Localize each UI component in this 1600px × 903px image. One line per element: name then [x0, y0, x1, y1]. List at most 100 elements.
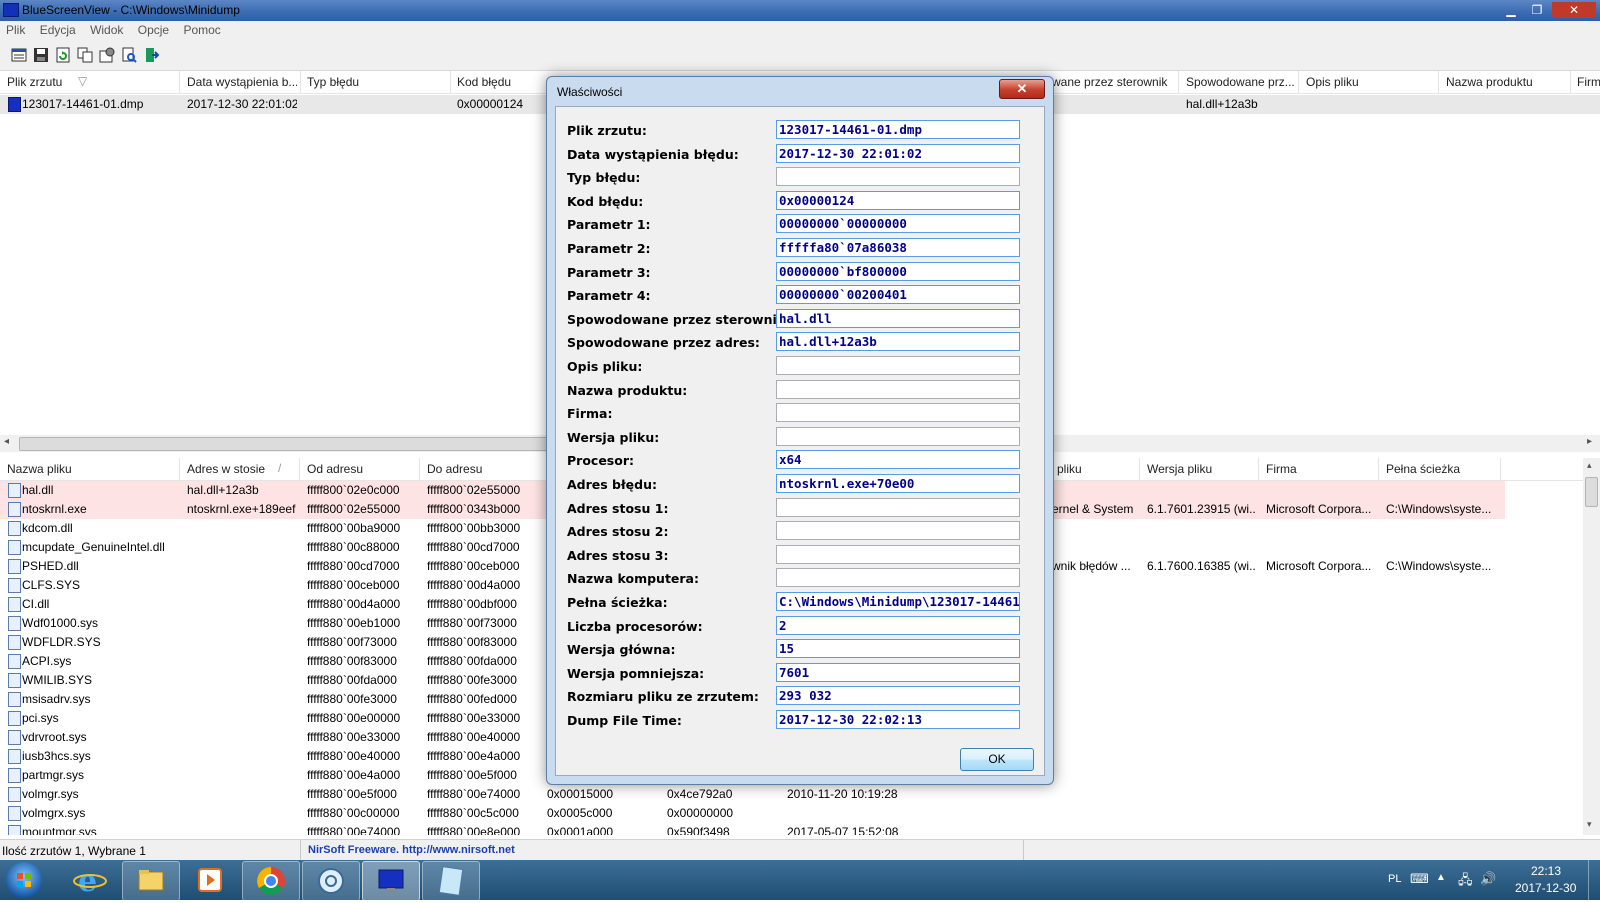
property-label: Opis pliku:: [567, 359, 643, 374]
driver-cell-c1: 0x00015000: [547, 787, 614, 801]
driver-vertical-scrollbar[interactable]: ▴ ▾: [1583, 458, 1600, 835]
driver-cell-to: fffff880`00e8e000: [427, 825, 521, 835]
driver-cell-to: fffff880`00ceb000: [427, 559, 520, 573]
driver-row[interactable]: volmgrx.sys fffff880`00c00000 fffff880`00c…: [0, 804, 1505, 823]
property-label: Wersja główna:: [567, 642, 676, 658]
property-label: Adres stosu 2:: [567, 524, 669, 540]
property-row: Wersja główna: 15: [556, 638, 1044, 660]
driver-cell-name: ntoskrnl.exe: [22, 502, 87, 516]
driver-file-icon: [8, 825, 21, 835]
media-player-icon[interactable]: [182, 861, 238, 899]
ok-button[interactable]: OK: [960, 748, 1034, 771]
volume-icon[interactable]: 🔊: [1480, 871, 1496, 887]
property-value-field[interactable]: [776, 403, 1020, 423]
property-value-field[interactable]: 123017-14461-01.dmp: [776, 120, 1020, 139]
property-value-field[interactable]: 2017-12-30 22:02:13: [776, 710, 1020, 729]
driver-cell-from: fffff800`02e0c000: [307, 483, 400, 497]
property-value-field[interactable]: 15: [776, 639, 1020, 659]
driver-cell-to: fffff880`00f83000: [427, 635, 517, 649]
driver-file-icon: [8, 711, 21, 726]
driver-cell-from: fffff800`02e55000: [307, 502, 401, 516]
scroll-right-icon[interactable]: ▸: [1587, 436, 1592, 447]
driver-cell-from: fffff880`00f73000: [307, 635, 397, 649]
property-value-field[interactable]: 0x00000124: [776, 190, 1020, 210]
property-label: Data wystąpienia błędu:: [567, 146, 739, 162]
driver-cell-c2: 0x4ce792a0: [667, 787, 733, 801]
property-value-field[interactable]: [776, 167, 1020, 187]
driver-cell-to: fffff880`00d4a000: [427, 578, 521, 592]
nirsoft-link[interactable]: NirSoft Freeware. http://www.nirsoft.net: [308, 844, 515, 856]
scroll-down-icon[interactable]: ▾: [1587, 819, 1592, 830]
property-value-field[interactable]: fffffa80`07a86038: [776, 238, 1020, 257]
network-app-icon[interactable]: [302, 861, 360, 901]
property-row: Adres stosu 3:: [556, 544, 1044, 566]
property-value-field[interactable]: 293 032: [776, 686, 1020, 706]
property-label: Rozmiaru pliku ze zrzutem:: [567, 689, 759, 705]
property-value-field[interactable]: 00000000`00200401: [776, 285, 1020, 305]
driver-cell-to: fffff880`00dbf000: [427, 597, 517, 611]
scroll-up-icon[interactable]: ▴: [1587, 460, 1592, 471]
property-row: Adres błędu: ntoskrnl.exe+70e00: [556, 473, 1044, 495]
property-value-field[interactable]: 2: [776, 615, 1020, 635]
scroll-thumb[interactable]: [1585, 477, 1598, 507]
notepad-icon[interactable]: [422, 861, 480, 901]
property-value-field[interactable]: 2017-12-30 22:01:02: [776, 143, 1020, 163]
driver-row[interactable]: mountmgr.sys fffff880`00e74000 fffff880`00…: [0, 823, 1505, 835]
property-row: Wersja pomniejsza: 7601: [556, 662, 1044, 684]
keyboard-icon[interactable]: ⌨: [1410, 871, 1429, 887]
property-row: Adres stosu 1:: [556, 497, 1044, 519]
driver-cell-ver: 6.1.7601.23915 (wi...: [1147, 502, 1255, 516]
start-orb-icon[interactable]: [6, 862, 42, 898]
property-value-field[interactable]: 00000000`bf800000: [776, 261, 1020, 281]
driver-cell-from: fffff880`00c88000: [307, 540, 400, 554]
property-value-field[interactable]: [776, 544, 1020, 564]
driver-cell-from: fffff880`00ceb000: [307, 578, 400, 592]
driver-cell-from: fffff880`00e5f000: [307, 787, 397, 801]
property-value-field[interactable]: C:\Windows\Minidump\123017-14461-: [776, 592, 1020, 611]
property-label: Adres błędu:: [567, 477, 657, 492]
property-label: Wersja pomniejsza:: [567, 665, 705, 681]
property-value-field[interactable]: hal.dll: [776, 308, 1020, 328]
property-value-field[interactable]: [776, 356, 1020, 375]
property-value-field[interactable]: [776, 497, 1020, 517]
property-value-field[interactable]: 00000000`00000000: [776, 214, 1020, 234]
bluescreenview-icon[interactable]: [362, 861, 420, 901]
driver-cell-from: fffff880`00fda000: [307, 673, 397, 687]
property-value-field[interactable]: [776, 379, 1020, 399]
driver-cell-to: fffff880`00fe3000: [427, 673, 517, 687]
property-value-field[interactable]: [776, 521, 1020, 541]
driver-cell-desc: wnik błędów ...: [1052, 559, 1131, 573]
clock-time[interactable]: 22:13: [1531, 864, 1561, 878]
driver-cell-to: fffff880`00fda000: [427, 654, 517, 668]
driver-cell-name: kdcom.dll: [22, 521, 73, 535]
property-row: Firma:: [556, 402, 1044, 424]
dialog-close-button[interactable]: ✕: [999, 79, 1045, 99]
driver-cell-name: CI.dll: [22, 597, 50, 611]
network-tray-icon[interactable]: 🖧: [1458, 871, 1473, 893]
internet-explorer-icon[interactable]: e: [62, 861, 118, 899]
driver-cell-from: fffff880`00c00000: [307, 806, 400, 820]
driver-cell-stack: ntoskrnl.exe+189eef: [187, 502, 296, 516]
driver-cell-name: mcupdate_GenuineIntel.dll: [22, 540, 165, 554]
chrome-icon[interactable]: [242, 861, 300, 901]
property-value-field[interactable]: x64: [776, 450, 1020, 470]
driver-cell-name: hal.dll: [22, 483, 54, 497]
property-value-field[interactable]: [776, 568, 1020, 588]
show-hidden-icons-icon[interactable]: ▲: [1436, 872, 1446, 883]
show-desktop-button[interactable]: [1588, 860, 1600, 900]
status-bar: Ilość zrzutów 1, Wybrane 1 NirSoft Freew…: [0, 839, 1600, 861]
language-indicator[interactable]: PL: [1388, 873, 1401, 885]
property-value-field[interactable]: [776, 426, 1020, 446]
driver-cell-name: WMILIB.SYS: [22, 673, 93, 687]
driver-file-icon: [8, 521, 21, 536]
property-value-field[interactable]: hal.dll+12a3b: [776, 332, 1020, 352]
property-value-field[interactable]: ntoskrnl.exe+70e00: [776, 474, 1020, 493]
svg-text:e: e: [78, 864, 97, 899]
clock-date[interactable]: 2017-12-30: [1515, 881, 1576, 895]
driver-row[interactable]: volmgr.sys fffff880`00e5f000 fffff880`00e7…: [0, 785, 1505, 804]
driver-cell-from: fffff880`00f83000: [307, 654, 397, 668]
driver-cell-name: mountmgr.sys: [22, 825, 97, 835]
driver-cell-to: fffff880`00e74000: [427, 787, 521, 801]
property-value-field[interactable]: 7601: [776, 662, 1020, 682]
explorer-icon[interactable]: [122, 861, 180, 901]
